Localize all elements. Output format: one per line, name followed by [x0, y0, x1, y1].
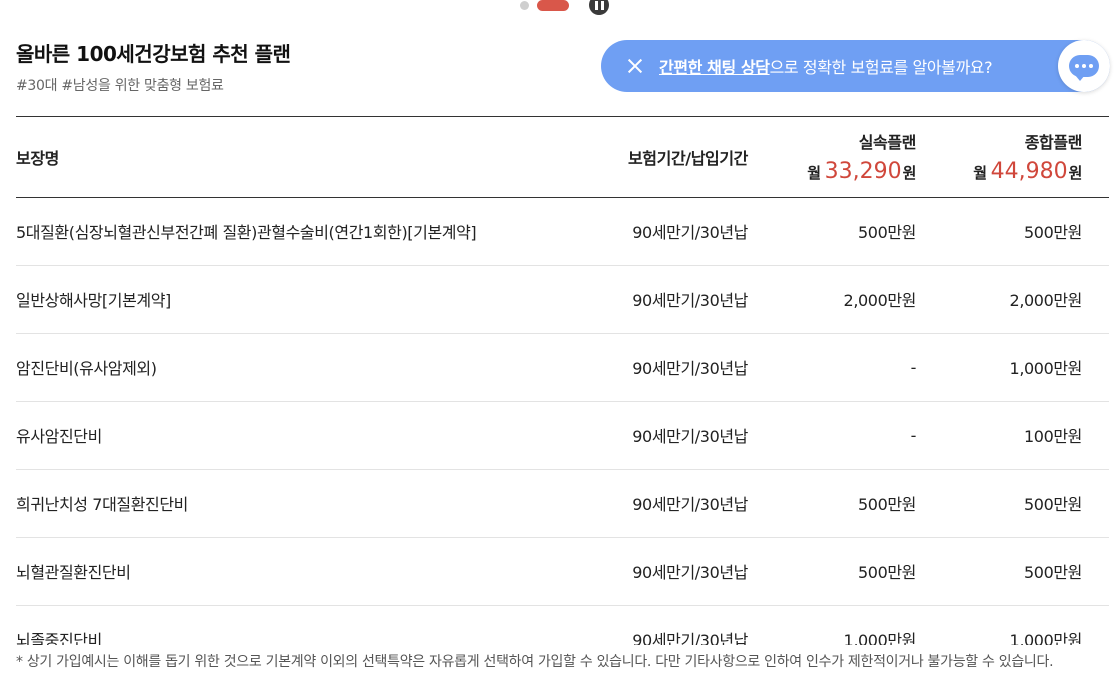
- price-suffix: 원: [902, 164, 917, 183]
- page-title: 올바른 100세건강보험 추천 플랜: [16, 42, 291, 66]
- coverage-period: 90세만기/30년납: [632, 359, 748, 378]
- carousel-dot[interactable]: [520, 0, 529, 10]
- plan-name: 종합플랜: [1024, 133, 1083, 153]
- basic-amount: 500만원: [858, 223, 916, 242]
- table-row: 일반상해사망[기본계약] 90세만기/30년납 2,000만원 2,000만원: [16, 265, 1109, 333]
- carousel-indicator: [520, 0, 609, 15]
- chat-button[interactable]: [1058, 40, 1110, 92]
- column-header-coverage: 보장명: [16, 148, 59, 168]
- row-spacer: [1082, 605, 1109, 645]
- comprehensive-amount: 500만원: [1024, 495, 1082, 514]
- price-amount: 33,290: [824, 159, 902, 185]
- row-spacer: [1082, 401, 1109, 469]
- coverage-name: 희귀난치성 7대질환진단비: [16, 495, 188, 514]
- plan-price: 월 33,290원: [748, 159, 916, 184]
- plan-name: 실속플랜: [858, 133, 917, 153]
- chat-consult-link[interactable]: 간편한 채팅 상담: [659, 58, 770, 77]
- basic-amount: -: [910, 357, 917, 377]
- plan-header: 올바른 100세건강보험 추천 플랜 #30대 #남성을 위한 맞춤형 보험료: [16, 38, 291, 95]
- coverage-name: 5대질환(심장뇌혈관신부전간폐 질환)관혈수술비(연간1회한)[기본계약]: [16, 223, 477, 242]
- basic-amount: 2,000만원: [843, 291, 917, 310]
- disclaimer-footnote: * 상기 가입예시는 이해를 돕기 위한 것으로 기본계약 이외의 선택특약은 …: [16, 654, 1054, 670]
- column-spacer: [1082, 117, 1109, 197]
- basic-amount: 1,000만원: [843, 631, 917, 645]
- comprehensive-amount: 1,000만원: [1009, 631, 1083, 645]
- coverage-period: 90세만기/30년납: [632, 495, 748, 514]
- column-header-basic-plan: 실속플랜 월 33,290원: [748, 117, 916, 197]
- basic-amount: 500만원: [858, 495, 916, 514]
- comprehensive-amount: 2,000만원: [1009, 291, 1083, 310]
- comprehensive-amount: 500만원: [1024, 223, 1082, 242]
- price-amount: 44,980: [990, 159, 1068, 185]
- price-prefix: 월: [973, 164, 987, 183]
- table-row: 뇌혈관질환진단비 90세만기/30년납 500만원 500만원: [16, 537, 1109, 605]
- row-spacer: [1082, 469, 1109, 537]
- row-spacer: [1082, 333, 1109, 401]
- chat-consult-banner[interactable]: 간편한 채팅 상담으로 정확한 보험료를 알아볼까요?: [601, 40, 1110, 92]
- close-icon[interactable]: [627, 58, 643, 74]
- chat-banner-rest: 으로 정확한 보험료를 알아볼까요?: [769, 58, 993, 77]
- table-row: 5대질환(심장뇌혈관신부전간폐 질환)관혈수술비(연간1회한)[기본계약] 90…: [16, 197, 1109, 265]
- column-header-period: 보험기간/납입기간: [627, 148, 748, 168]
- coverage-name: 뇌혈관질환진단비: [16, 563, 131, 582]
- coverage-period: 90세만기/30년납: [632, 427, 748, 446]
- table-row: 암진단비(유사암제외) 90세만기/30년납 - 1,000만원: [16, 333, 1109, 401]
- chat-banner-text[interactable]: 간편한 채팅 상담으로 정확한 보험료를 알아볼까요?: [659, 54, 993, 78]
- row-spacer: [1082, 197, 1109, 265]
- plan-price: 월 44,980원: [916, 159, 1082, 184]
- table-row: 뇌졸중진단비 90세만기/30년납 1,000만원 1,000만원: [16, 605, 1109, 645]
- page-subtitle: #30대 #남성을 위한 맞춤형 보험료: [16, 78, 224, 94]
- table-header-row: 보장명 보험기간/납입기간 실속플랜 월 33,290원 종합플랜 월 44,980…: [16, 117, 1109, 197]
- comprehensive-amount: 500만원: [1024, 563, 1082, 582]
- comprehensive-amount: 100만원: [1024, 427, 1082, 446]
- price-prefix: 월: [807, 164, 821, 183]
- coverage-name: 암진단비(유사암제외): [16, 359, 157, 378]
- coverage-table-container[interactable]: 보장명 보험기간/납입기간 실속플랜 월 33,290원 종합플랜 월 44,980…: [16, 116, 1109, 645]
- row-spacer: [1082, 265, 1109, 333]
- coverage-period: 90세만기/30년납: [632, 631, 748, 645]
- chat-bubble-icon: [1069, 55, 1099, 81]
- basic-amount: -: [910, 425, 917, 445]
- coverage-table: 보장명 보험기간/납입기간 실속플랜 월 33,290원 종합플랜 월 44,980…: [16, 117, 1109, 645]
- comprehensive-amount: 1,000만원: [1009, 359, 1083, 378]
- carousel-dot-active[interactable]: [537, 0, 569, 11]
- price-suffix: 원: [1068, 164, 1083, 183]
- coverage-name: 뇌졸중진단비: [16, 631, 102, 645]
- table-row: 유사암진단비 90세만기/30년납 - 100만원: [16, 401, 1109, 469]
- table-row: 희귀난치성 7대질환진단비 90세만기/30년납 500만원 500만원: [16, 469, 1109, 537]
- coverage-period: 90세만기/30년납: [632, 223, 748, 242]
- column-header-comprehensive-plan: 종합플랜 월 44,980원: [916, 117, 1082, 197]
- coverage-period: 90세만기/30년납: [632, 291, 748, 310]
- coverage-name: 유사암진단비: [16, 427, 102, 446]
- basic-amount: 500만원: [858, 563, 916, 582]
- pause-icon[interactable]: [589, 0, 609, 15]
- coverage-period: 90세만기/30년납: [632, 563, 748, 582]
- row-spacer: [1082, 537, 1109, 605]
- coverage-name: 일반상해사망[기본계약]: [16, 291, 171, 310]
